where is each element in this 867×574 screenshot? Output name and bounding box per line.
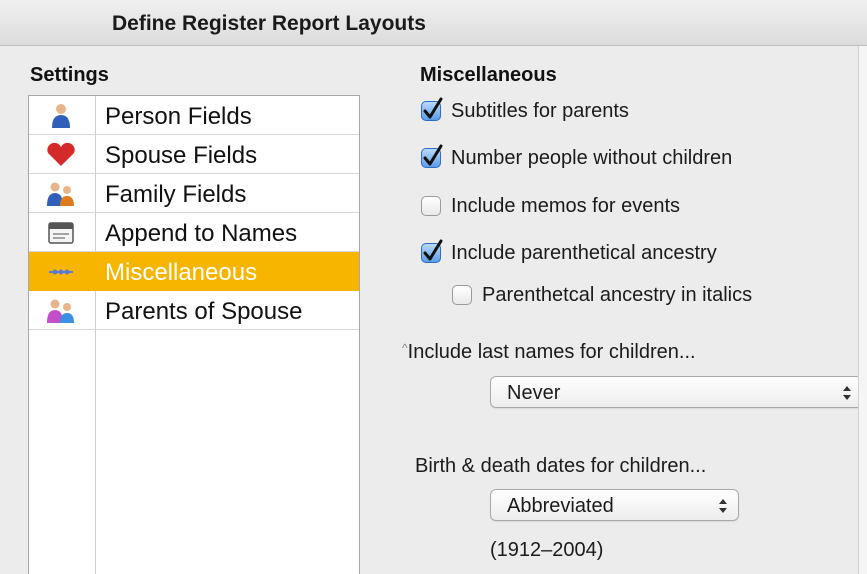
parents-icon	[43, 298, 79, 324]
option-label: Number people without children	[451, 146, 733, 169]
settings-item-label: Family Fields	[105, 181, 247, 208]
option-label: Parenthetcal ancestry in italics	[482, 283, 753, 306]
settings-item-parents-of-spouse[interactable]: Parents of Spouse	[29, 291, 359, 330]
option-include-parenthetical-ancestry[interactable]: Include parenthetical ancestry	[421, 238, 717, 268]
window-title: Define Register Report Layouts	[112, 12, 426, 35]
option-label: Include memos for events	[451, 194, 680, 217]
settings-item-label: Append to Names	[105, 220, 298, 247]
name-tag-icon	[43, 220, 79, 246]
window-titlebar: Define Register Report Layouts	[0, 0, 867, 46]
misc-header: Miscellaneous	[420, 64, 557, 86]
checkbox-checked[interactable]	[421, 239, 443, 263]
settings-list: Person Fields Spouse Fields Family Field…	[28, 95, 360, 574]
settings-item-family-fields[interactable]: Family Fields	[29, 174, 359, 213]
checkbox-checked[interactable]	[421, 97, 443, 121]
option-parenthetical-ancestry-italics[interactable]: Parenthetcal ancestry in italics	[452, 280, 752, 310]
updown-arrows-icon	[719, 499, 727, 513]
settings-item-label: Person Fields	[105, 103, 252, 130]
select-value: Abbreviated	[507, 495, 614, 517]
dates-select[interactable]: Abbreviated	[490, 489, 739, 521]
settings-item-label: Spouse Fields	[105, 142, 258, 169]
option-label: Subtitles for parents	[451, 99, 629, 122]
settings-item-label: Miscellaneous	[105, 259, 258, 286]
settings-item-append-to-names[interactable]: Append to Names	[29, 213, 359, 252]
settings-item-spouse-fields[interactable]: Spouse Fields	[29, 135, 359, 174]
option-label: Include parenthetical ancestry	[451, 241, 717, 264]
checkbox-checked[interactable]	[421, 144, 443, 168]
last-names-select[interactable]: Never	[490, 376, 863, 408]
updown-arrows-icon	[843, 386, 851, 400]
person-icon	[43, 103, 79, 129]
date-format-example: (1912–2004)	[490, 539, 604, 561]
option-subtitles-for-parents[interactable]: Subtitles for parents	[421, 96, 629, 126]
option-include-memos-for-events[interactable]: Include memos for events	[421, 191, 680, 221]
select-value: Never	[507, 382, 561, 404]
settings-item-person-fields[interactable]: Person Fields	[29, 96, 359, 135]
checkmark-icon	[423, 97, 443, 119]
checkmark-icon	[423, 239, 443, 261]
last-names-label: ^Include last names for children...	[402, 341, 696, 364]
family-icon	[43, 181, 79, 207]
settings-item-label: Parents of Spouse	[105, 298, 303, 325]
window-edge	[858, 46, 867, 574]
checkmark-icon	[423, 144, 443, 166]
settings-header: Settings	[30, 64, 109, 86]
misc-icon	[43, 259, 79, 285]
dates-label: Birth & death dates for children...	[415, 455, 707, 477]
heart-icon	[43, 142, 79, 168]
option-number-people-without-children[interactable]: Number people without children	[421, 143, 732, 173]
last-names-label-text: Include last names for children...	[407, 341, 696, 363]
checkbox-unchecked[interactable]	[421, 196, 441, 216]
checkbox-unchecked[interactable]	[452, 285, 472, 305]
settings-item-miscellaneous[interactable]: Miscellaneous	[29, 252, 359, 291]
